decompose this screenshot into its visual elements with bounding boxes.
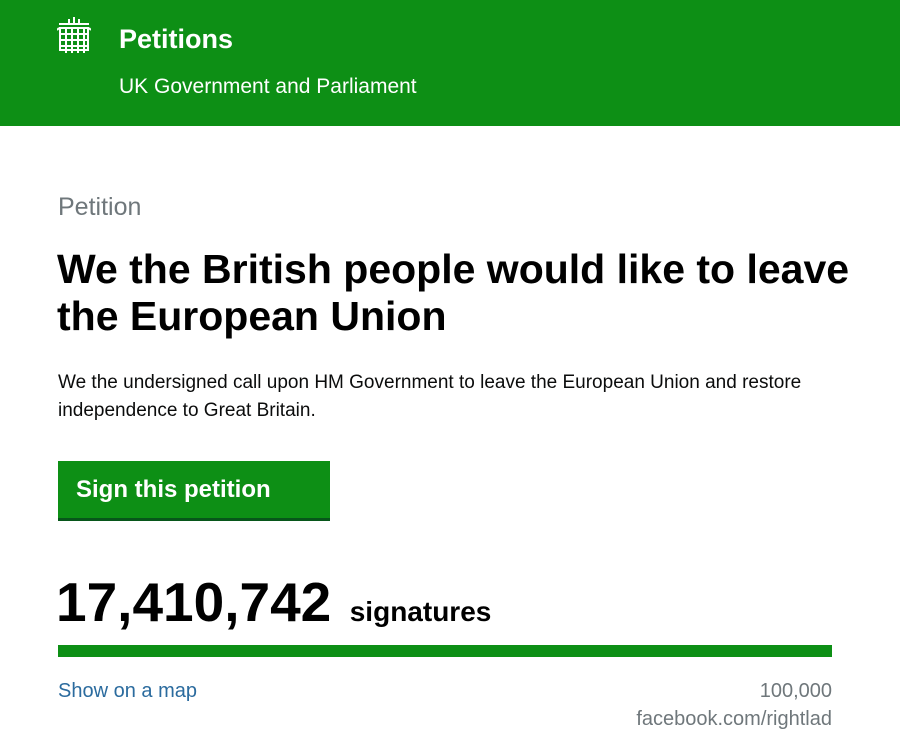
- site-title[interactable]: Petitions: [119, 24, 233, 55]
- signature-threshold: 100,000: [759, 680, 832, 702]
- petition-title: We the British people would like to leav…: [57, 246, 850, 339]
- portcullis-icon: [57, 17, 91, 53]
- signature-progress-bar: [58, 645, 832, 657]
- show-on-map-link[interactable]: Show on a map: [58, 680, 197, 703]
- signature-count-label: signatures: [349, 596, 492, 627]
- site-subtitle: UK Government and Parliament: [119, 75, 417, 98]
- petition-description: We the undersigned call upon HM Governme…: [58, 372, 802, 421]
- watermark: facebook.com/rightlad: [636, 708, 832, 730]
- signature-progress-fill: [58, 645, 832, 657]
- page-caption: Petition: [58, 193, 142, 221]
- signature-count-row: 17,410,742 signatures: [56, 570, 491, 634]
- signature-count: 17,410,742: [56, 571, 332, 633]
- sign-petition-button[interactable]: Sign this petition: [58, 461, 330, 521]
- site-header: Petitions UK Government and Parliament: [0, 0, 900, 126]
